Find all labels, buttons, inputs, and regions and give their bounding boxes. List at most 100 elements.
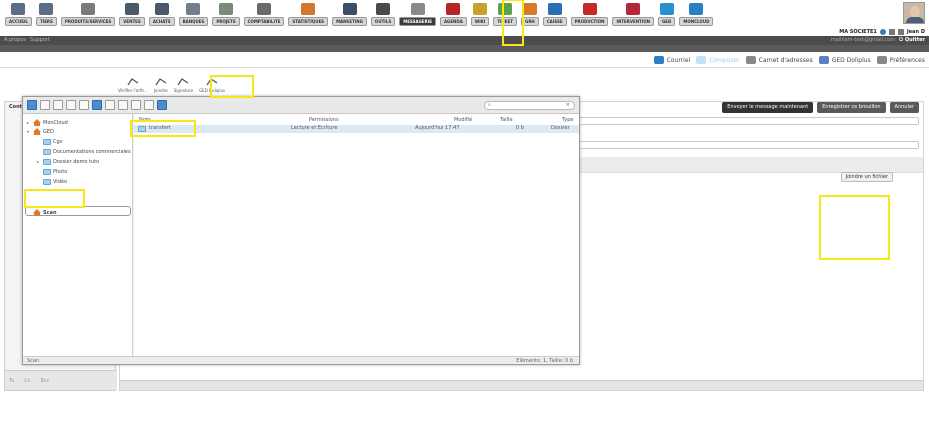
hr-icon <box>522 3 537 15</box>
home-icon <box>11 3 26 15</box>
cloud-icon <box>689 3 704 15</box>
tree-item-label: Scan <box>43 209 57 216</box>
expand-icon[interactable]: ▸ <box>37 159 41 164</box>
to-field[interactable] <box>575 117 919 125</box>
module-moncloud[interactable]: MONCLOUD <box>677 1 715 27</box>
divider <box>0 67 929 68</box>
tree-item[interactable]: ▸ MonCloud <box>27 118 68 127</box>
tree-item[interactable]: Scan <box>27 208 57 217</box>
module-messagerie[interactable]: MESSAGERIE <box>397 1 438 27</box>
module-wiki[interactable]: WIKI <box>469 1 492 27</box>
delete-button[interactable] <box>144 100 154 110</box>
column-type[interactable]: Type <box>562 117 573 123</box>
view-toggle-button[interactable] <box>157 100 167 110</box>
module-ged[interactable]: GED <box>656 1 677 27</box>
module-produits-services[interactable]: PRODUITS/SERVICES <box>59 1 117 27</box>
intervention-icon <box>626 3 641 15</box>
tree-item-label: Photo <box>53 168 68 175</box>
mail-action-2[interactable]: Carnet d'adresses <box>745 56 813 64</box>
tree-item-label: Documentations commerciales <box>53 148 131 155</box>
module-comptabilite[interactable]: COMPTABILITE <box>242 1 287 27</box>
tree-item[interactable]: Photo <box>37 167 67 176</box>
separator-bar <box>0 45 929 52</box>
subject-field[interactable] <box>575 141 919 149</box>
column-modified[interactable]: Modifié <box>454 117 472 123</box>
module-agenda[interactable]: AGENDA <box>438 1 469 27</box>
tree-item[interactable]: Cgv <box>37 137 63 146</box>
bcc-tab[interactable]: Bcc <box>41 378 50 384</box>
module-list: ACCUEIL TIERS PRODUITS/SERVICES VENTES ACHAT… <box>3 1 715 27</box>
module-banques[interactable]: BANQUES <box>177 1 211 27</box>
module-caisse[interactable]: CAISSE <box>541 1 569 27</box>
product-icon <box>81 3 96 15</box>
mail-action-3[interactable]: GED Doliplus <box>818 56 871 64</box>
home-icon <box>33 119 41 126</box>
tree-item[interactable]: ▾ GED <box>27 127 54 136</box>
module-label: PRODUCTION <box>570 17 609 26</box>
about-link[interactable]: A propos <box>4 37 26 43</box>
to-tab[interactable]: To <box>9 378 14 384</box>
mail-action-0[interactable]: Courriel <box>653 56 690 64</box>
module-intervention[interactable]: INTERVENTION <box>610 1 656 27</box>
tree-item[interactable]: Vidéo <box>37 177 67 186</box>
composer-tool-1[interactable]: Joindre <box>154 76 168 94</box>
expand-icon[interactable]: ▾ <box>27 129 31 134</box>
reload-button[interactable] <box>66 100 76 110</box>
module-label: PROJETS <box>212 17 240 26</box>
signature-icon <box>176 77 190 87</box>
module-label: TIERS <box>35 17 57 26</box>
quit-link[interactable]: ⏻ Quitter <box>899 37 925 43</box>
tree-item[interactable]: ▸ Dossier demo tuto <box>37 157 99 166</box>
module-statistiques[interactable]: STATISTIQUES <box>286 1 330 27</box>
rename-button[interactable] <box>131 100 141 110</box>
module-ventes[interactable]: VENTES <box>117 1 147 27</box>
cash-register-icon <box>547 3 562 15</box>
mail-action-label: Carnet d'adresses <box>758 56 813 64</box>
avatar[interactable] <box>903 2 925 24</box>
tree-item[interactable]: Documentations commerciales <box>37 147 131 156</box>
module-achats[interactable]: ACHATS <box>147 1 177 27</box>
marketing-icon <box>342 3 357 15</box>
module-tiers[interactable]: TIERS <box>34 1 59 27</box>
module-accueil[interactable]: ACCUEIL <box>3 1 34 27</box>
tree-item-label: Vidéo <box>53 178 68 185</box>
clear-icon[interactable]: × <box>566 102 570 108</box>
folder-tree: ▸ MonCloud ▾ GED Cgv Documentations commercia… <box>23 114 133 358</box>
upload-button[interactable] <box>92 100 102 110</box>
module-marketing[interactable]: MARKETING <box>330 1 369 27</box>
column-permissions[interactable]: Permissions <box>309 117 339 123</box>
cc-tab[interactable]: Cc <box>24 378 30 384</box>
status-summary: Eléments: 1, Taille: 0 b <box>516 358 573 364</box>
info-button[interactable] <box>118 100 128 110</box>
support-link[interactable]: Support <box>30 37 50 43</box>
module-label: MARKETING <box>332 17 367 26</box>
user-name[interactable]: Jean D <box>907 29 925 35</box>
column-size[interactable]: Taille <box>500 117 513 123</box>
bookmark-icon[interactable] <box>897 29 904 35</box>
mail-action-4[interactable]: Préférences <box>876 56 925 64</box>
composer-tool-0[interactable]: Vérifier l'orth... <box>118 76 148 94</box>
composer-tool-2[interactable]: Signature <box>174 76 193 94</box>
attach-file-button[interactable]: Joindre un fichier <box>840 172 893 182</box>
home-icon[interactable] <box>879 29 886 35</box>
file-row[interactable]: transfert Lecture et Ecriture Aujourd'hu… <box>134 125 579 133</box>
module-label: ACHATS <box>148 17 175 26</box>
printer-icon[interactable] <box>888 29 895 35</box>
back-button[interactable] <box>27 100 37 110</box>
module-projets[interactable]: PROJETS <box>210 1 241 27</box>
paperclip-icon <box>154 77 168 87</box>
new-folder-button[interactable] <box>79 100 89 110</box>
home-icon <box>33 209 41 216</box>
expand-icon[interactable]: ▸ <box>27 120 31 125</box>
up-folder-button[interactable] <box>53 100 63 110</box>
open-button[interactable] <box>105 100 115 110</box>
send-now-button[interactable]: Envoyer le message maintenant <box>722 102 814 113</box>
save-draft-button[interactable]: Enregistrer ce brouillon <box>817 102 886 113</box>
module-outils[interactable]: OUTILS <box>369 1 397 27</box>
search-input[interactable]: ⌕ × <box>484 101 575 110</box>
module-production[interactable]: PRODUCTION <box>569 1 611 27</box>
tree-item-label: Cgv <box>53 138 63 145</box>
forward-button[interactable] <box>40 100 50 110</box>
cancel-button[interactable]: Annuler <box>889 102 919 113</box>
mail-action-1[interactable]: Composer <box>696 56 740 64</box>
